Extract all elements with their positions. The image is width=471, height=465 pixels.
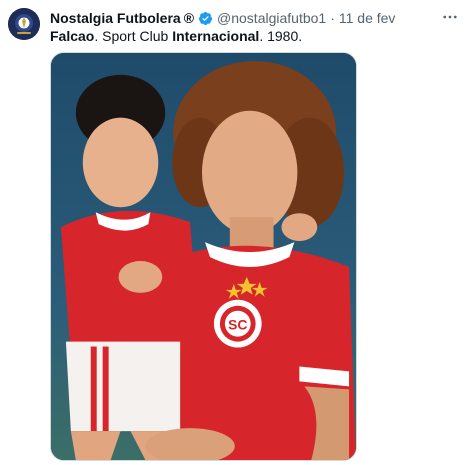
user-avatar[interactable] bbox=[8, 8, 40, 40]
tweet-photo[interactable]: SC bbox=[50, 52, 357, 461]
user-handle[interactable]: @nostalgiafutbo1 bbox=[217, 10, 326, 26]
registered-mark: ® bbox=[183, 10, 195, 26]
separator-dot: · bbox=[330, 10, 335, 26]
more-options-icon bbox=[443, 15, 457, 19]
tweet-date[interactable]: 11 de fev bbox=[339, 10, 396, 26]
tweet[interactable]: Nostalgia Futbolera ® @nostalgiafutbo1 ·… bbox=[0, 0, 471, 465]
tweet-header: Nostalgia Futbolera ® @nostalgiafutbo1 ·… bbox=[50, 9, 431, 27]
photo-illustration: SC bbox=[51, 53, 356, 460]
display-name[interactable]: Nostalgia Futbolera bbox=[50, 10, 181, 26]
verified-badge-icon[interactable] bbox=[198, 11, 213, 26]
tweet-text: Falcao. Sport Club Internacional. 1980. bbox=[50, 27, 302, 45]
svg-text:SC: SC bbox=[228, 317, 247, 333]
tweet-text-internacional: Internacional bbox=[172, 28, 260, 44]
tweet-text-year: . 1980. bbox=[259, 28, 303, 44]
tweet-text-sport-club: . Sport Club bbox=[94, 28, 173, 44]
more-options-button[interactable] bbox=[439, 8, 461, 26]
team-logo-avatar-icon bbox=[8, 8, 40, 40]
tweet-text-falcao: Falcao bbox=[50, 28, 95, 44]
